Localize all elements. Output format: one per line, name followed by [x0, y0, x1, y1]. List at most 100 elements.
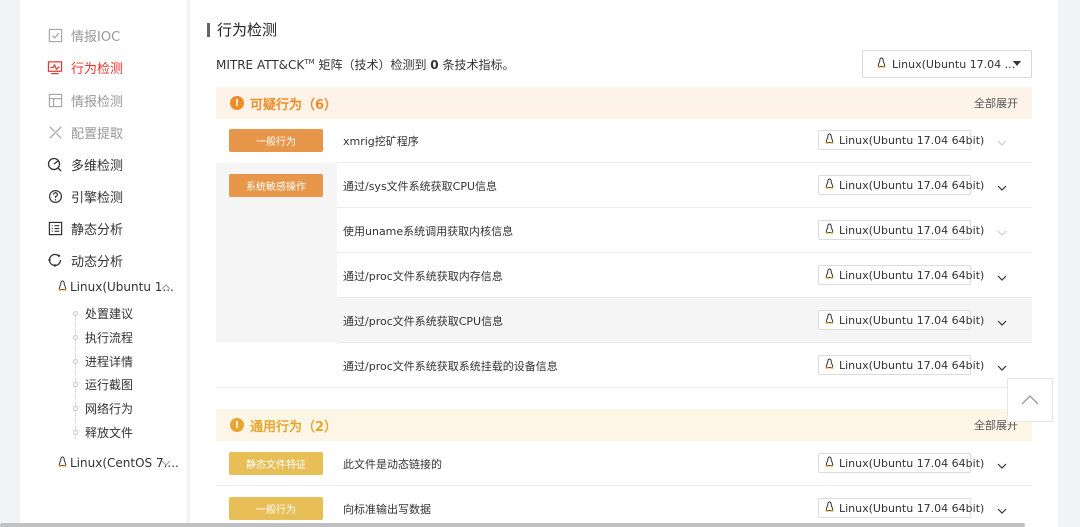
monitor-pulse-icon [47, 59, 63, 75]
sidebar-item-engine-detection[interactable]: 引擎检测 [20, 181, 187, 211]
os-badge: Linux(Ubuntu 17.04 64bit) [818, 453, 984, 473]
linux-icon [825, 268, 834, 282]
tag-sensitive-op: 系统敏感操作 [229, 174, 323, 197]
page-title: 行为检测 [207, 19, 277, 40]
os-badge-text: Linux(Ubuntu 17.04 64bit) [839, 456, 985, 470]
behavior-row[interactable]: 一般行为 xmrig挖矿程序 Linux(Ubuntu 17.04 64bit) [216, 118, 1032, 163]
behavior-text: 通过/proc文件系统获取系统挂载的设备信息 [343, 359, 558, 373]
env-label: Linux(Ubuntu 1... [70, 280, 174, 294]
sidebar-item-label: 多维检测 [71, 158, 124, 174]
linux-icon [825, 313, 834, 327]
os-badge: Linux(Ubuntu 17.04 64bit) [818, 130, 984, 150]
behavior-row[interactable]: 通过/proc文件系统获取CPU信息 Linux(Ubuntu 17.04 64… [337, 298, 1032, 343]
tag-static-feature: 静态文件特征 [229, 452, 323, 475]
tree-dot [73, 429, 78, 435]
warning-icon: ! [230, 96, 244, 110]
tree-item-exec-flow[interactable]: 执行流程 [20, 326, 187, 348]
linux-icon [877, 57, 886, 71]
title-accent-bar [207, 22, 210, 37]
chevron-down-icon [161, 456, 171, 470]
linux-icon [58, 280, 67, 294]
os-badge-text: Linux(Ubuntu 17.04 64bit) [839, 178, 985, 192]
sidebar-item-label: 引擎检测 [71, 190, 124, 206]
behavior-row[interactable]: 通过/proc文件系统获取内存信息 Linux(Ubuntu 17.04 64b… [216, 253, 1032, 298]
tree-item-disposal[interactable]: 处置建议 [20, 302, 187, 324]
sidebar-item-label: 配置提取 [71, 126, 124, 142]
section-suspicious: ! 可疑行为（6） 全部展开 [216, 87, 1032, 119]
row-divider [216, 387, 1032, 388]
os-badge-text: Linux(Ubuntu 17.04 64bit) [839, 223, 985, 237]
chevron-down-icon[interactable] [996, 134, 1008, 146]
sidebar-item-behavior-detection[interactable]: 行为检测 [20, 52, 187, 82]
layout-icon [47, 92, 63, 108]
behavior-row[interactable]: 静态文件特征 此文件是动态链接的 Linux(Ubuntu 17.04 64bi… [216, 441, 1032, 486]
radar-icon [47, 156, 63, 172]
linux-icon [58, 456, 67, 470]
os-badge-text: Linux(Ubuntu 17.04 64bit) [839, 313, 985, 327]
tag-general: 一般行为 [229, 129, 323, 152]
chevron-down-icon[interactable] [996, 502, 1008, 514]
attck-summary: MITRE ATT&CKTM 矩阵（技术）检测到 0 条技术指标。 [216, 56, 514, 73]
os-badge-text: Linux(Ubuntu 17.04 64bit) [839, 358, 985, 372]
refresh-icon [47, 252, 63, 268]
os-badge: Linux(Ubuntu 17.04 64bit) [818, 220, 984, 240]
tree-dot [73, 334, 78, 340]
tree-label: 进程详情 [85, 354, 134, 369]
behavior-row[interactable]: 系统敏感操作 通过/sys文件系统获取CPU信息 Linux(Ubuntu 17… [216, 163, 1032, 208]
chevron-down-icon[interactable] [996, 359, 1008, 371]
os-badge-text: Linux(Ubuntu 17.04 64bit) [839, 501, 985, 515]
main-panel: 行为检测 MITRE ATT&CKTM 矩阵（技术）检测到 0 条技术指标。 L… [190, 0, 1058, 527]
horizontal-scrollbar[interactable] [0, 523, 1025, 527]
section-general: ! 通用行为（2） 全部展开 [216, 409, 1032, 441]
expand-all-button[interactable]: 全部展开 [974, 95, 1018, 111]
behavior-text: 此文件是动态链接的 [343, 457, 442, 471]
tree-dot [73, 358, 78, 364]
warning-icon: ! [230, 418, 244, 432]
summary-tm: TM [304, 58, 315, 66]
chevron-down-icon[interactable] [996, 224, 1008, 236]
summary-count: 0 [430, 58, 439, 72]
tree-label: 执行流程 [85, 330, 134, 345]
tree-item-process-details[interactable]: 进程详情 [20, 350, 187, 372]
tools-icon [47, 124, 63, 140]
caret-down-icon [1013, 61, 1021, 66]
chevron-down-icon[interactable] [996, 457, 1008, 469]
linux-icon [825, 133, 834, 147]
tree-item-dropped-files[interactable]: 释放文件 [20, 421, 187, 443]
tree-dot [73, 381, 78, 387]
behavior-row[interactable]: 通过/proc文件系统获取系统挂载的设备信息 Linux(Ubuntu 17.0… [216, 343, 1032, 388]
sidebar-item-multi-detection[interactable]: 多维检测 [20, 149, 187, 179]
behavior-text: 通过/proc文件系统获取CPU信息 [343, 314, 504, 328]
sidebar-item-intel-ioc[interactable]: 情报IOC [20, 20, 187, 50]
os-badge: Linux(Ubuntu 17.04 64bit) [818, 310, 984, 330]
tree-item-screenshots[interactable]: 运行截图 [20, 373, 187, 395]
engine-icon [47, 188, 63, 204]
sidebar-item-static-analysis[interactable]: 静态分析 [20, 213, 187, 243]
linux-icon [825, 358, 834, 372]
env-linux-centos[interactable]: Linux(CentOS 7.... [20, 452, 187, 474]
summary-mid: 矩阵（技术）检测到 [314, 58, 431, 72]
os-select-value: Linux(Ubuntu 17.04 ... [892, 57, 1016, 71]
chevron-down-icon[interactable] [996, 269, 1008, 281]
behavior-text: 向标准输出写数据 [343, 502, 431, 516]
summary-suffix: 条技术指标。 [438, 58, 515, 72]
sidebar-item-dynamic-analysis[interactable]: 动态分析 [20, 245, 187, 275]
list-doc-icon [47, 220, 63, 236]
behavior-text: 通过/proc文件系统获取内存信息 [343, 269, 503, 283]
env-linux-ubuntu[interactable]: Linux(Ubuntu 1... [20, 276, 187, 298]
os-badge: Linux(Ubuntu 17.04 64bit) [818, 175, 984, 195]
sidebar-item-intel-detection[interactable]: 情报检测 [20, 85, 187, 115]
behavior-text: 使用uname系统调用获取内核信息 [343, 224, 514, 238]
tag-general: 一般行为 [229, 497, 323, 520]
behavior-row[interactable]: 使用uname系统调用获取内核信息 Linux(Ubuntu 17.04 64b… [216, 208, 1032, 253]
chevron-down-icon[interactable] [996, 314, 1008, 326]
chevron-down-icon[interactable] [996, 179, 1008, 191]
summary-prefix: MITRE ATT&CK [216, 58, 305, 72]
sidebar-item-config-extract[interactable]: 配置提取 [20, 117, 187, 147]
sidebar-item-label: 动态分析 [71, 254, 124, 270]
os-badge: Linux(Ubuntu 17.04 64bit) [818, 355, 984, 375]
tree-item-network[interactable]: 网络行为 [20, 397, 187, 419]
os-select[interactable]: Linux(Ubuntu 17.04 ... [862, 50, 1032, 78]
scroll-to-top-button[interactable] [1007, 378, 1053, 422]
behavior-row[interactable]: 一般行为 向标准输出写数据 Linux(Ubuntu 17.04 64bit) [216, 486, 1032, 527]
